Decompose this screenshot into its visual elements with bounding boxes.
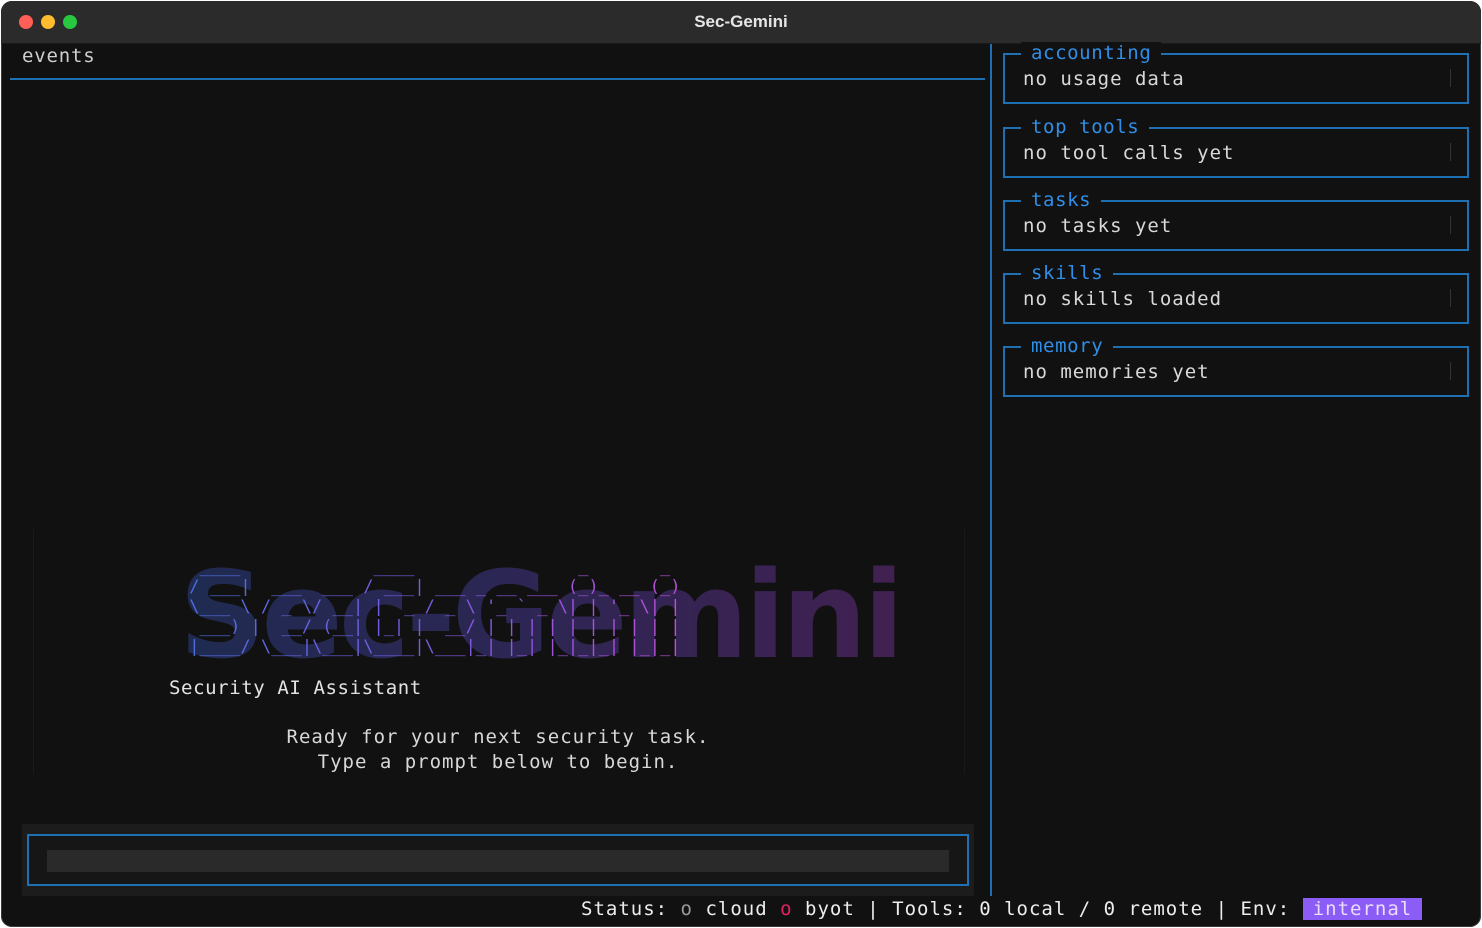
ready-hint: Type a prompt below to begin. [317,751,679,773]
status-separator: | [1215,898,1229,920]
panel-accounting: accounting no usage data [1003,42,1469,104]
app-window: Sec-Gemini events Sec-Gemini ____ ____ _… [1,1,1481,927]
banner-subtitle: Security AI Assistant [169,677,422,699]
panel-scroll-tick [1450,289,1451,307]
tools-label: Tools: [892,898,967,920]
ready-message: Ready for your next security task. [286,726,710,748]
prompt-input[interactable] [47,850,949,872]
panel-body: no skills loaded [1023,288,1223,310]
events-divider [10,78,985,80]
status-bar: Status: o cloud o byot | Tools: 0 local … [581,897,1423,921]
panel-title: memory [1021,335,1114,357]
panel-scroll-tick [1450,69,1451,87]
prompt-box[interactable] [27,834,969,886]
panel-title: accounting [1021,42,1162,64]
panel-scroll-tick [1450,216,1451,234]
ascii-logo: Sec-Gemini ____ ____ _ _ / ___| ___ ___ … [169,551,904,681]
events-header: events [22,45,96,67]
cloud-label: cloud [705,898,768,920]
status-label: Status: [581,898,669,920]
byot-status-indicator: o [780,898,793,920]
window-title: Sec-Gemini [694,12,788,31]
panel-tasks: tasks no tasks yet [1003,189,1469,251]
panel-title: skills [1021,262,1114,284]
panel-scroll-tick [1450,362,1451,380]
panel-title: top tools [1021,116,1150,138]
panel-scroll-tick [1450,143,1451,161]
panel-memory: memory no memories yet [1003,335,1469,397]
panel-body: no tool calls yet [1023,142,1235,164]
panel-body: no usage data [1023,68,1185,90]
sidebar-divider [990,44,992,896]
byot-label: byot [805,898,855,920]
env-label: Env: [1240,898,1291,920]
panel-top-tools: top tools no tool calls yet [1003,116,1469,178]
status-separator: | [867,898,880,920]
panel-title: tasks [1021,189,1102,211]
ascii-logo-text: ____ ____ _ _ / ___| ___ ___ / ___| ___ … [179,557,680,657]
title-bar: Sec-Gemini [1,1,1481,44]
panel-body: no memories yet [1023,361,1210,383]
panel-skills: skills no skills loaded [1003,262,1469,324]
cloud-status-indicator: o [680,898,693,920]
panel-body: no tasks yet [1023,215,1173,237]
tools-count: 0 local / 0 remote [979,898,1204,920]
env-badge: internal [1302,898,1423,920]
